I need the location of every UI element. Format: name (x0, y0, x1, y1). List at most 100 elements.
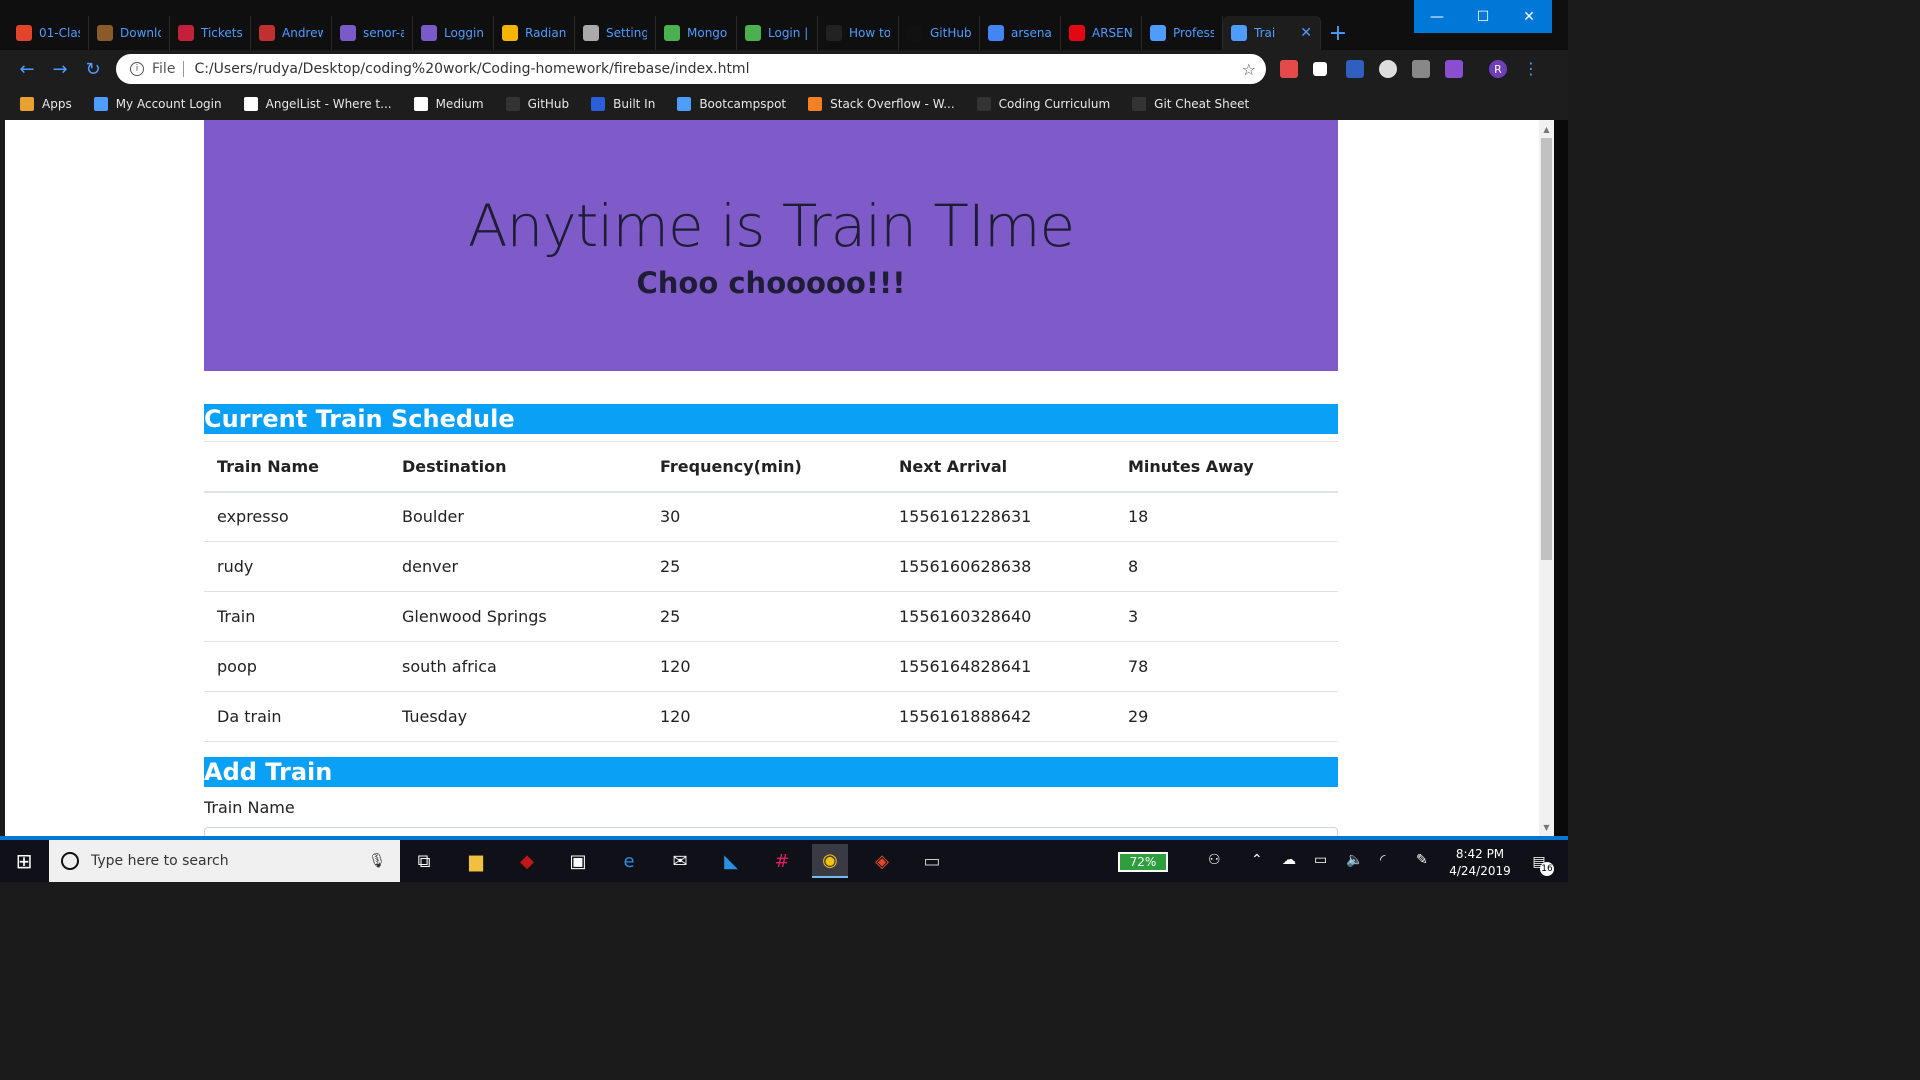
column-header: Train Name (204, 441, 389, 493)
browser-tab[interactable]: arsenal (980, 16, 1061, 50)
browser-tab[interactable]: Downlo (89, 16, 170, 50)
hyper-icon (421, 25, 437, 41)
bookmark-item[interactable]: Bootcampspot (677, 97, 786, 111)
bookmark-item[interactable]: AngelList - Where t... (243, 97, 392, 111)
browser-tab[interactable]: Tickets (170, 16, 251, 50)
page-scrollbar[interactable]: ▲ ▼ (1539, 120, 1554, 836)
maximize-button[interactable]: ☐ (1460, 0, 1506, 33)
extension-icon[interactable] (1379, 60, 1397, 78)
extension-icon[interactable] (1280, 60, 1298, 78)
back-arrow-icon[interactable]: ← (14, 56, 40, 82)
browser-tab[interactable]: How to (818, 16, 899, 50)
htg-icon (826, 25, 842, 41)
browser-tab[interactable]: ARSENA (1061, 16, 1142, 50)
notifications-icon[interactable]: ▤ 16 (1526, 850, 1554, 876)
page-icon (1231, 25, 1247, 41)
tab-active[interactable]: Trai ✕ (1223, 16, 1321, 50)
browser-tab[interactable]: Profess (1142, 16, 1223, 50)
bookmark-label: Apps (42, 97, 72, 111)
mcafee-icon[interactable]: ◆ (509, 844, 545, 878)
extension-icon[interactable] (1313, 62, 1327, 76)
microphone-icon[interactable]: 🎙 (368, 853, 386, 869)
address-bar[interactable]: i File C:/Users/rudya/Desktop/coding%20w… (116, 54, 1266, 84)
table-cell: 8 (1115, 541, 1338, 592)
power-icon[interactable]: ▭ (1314, 852, 1327, 868)
people-icon[interactable]: ⚇ (1208, 852, 1221, 868)
tab-label: Setting (606, 26, 647, 40)
address-url[interactable]: C:/Users/rudya/Desktop/coding%20work/Cod… (194, 61, 1241, 77)
page-viewport: Anytime is Train TIme Choo chooooo!!! Cu… (5, 120, 1539, 836)
slack-icon[interactable]: # (764, 844, 800, 878)
tab-label: Downlo (120, 26, 161, 40)
browser-menu-icon[interactable]: ⋮ (1522, 60, 1540, 78)
bookmark-item[interactable]: Built In (591, 97, 655, 111)
page-title: Anytime is Train TIme (467, 192, 1075, 260)
taskbar-clock[interactable]: 8:42 PM 4/24/2019 (1440, 846, 1520, 880)
volume-icon[interactable]: 🔈 (1346, 852, 1363, 868)
browser-tab[interactable]: Setting (575, 16, 656, 50)
notification-badge: 16 (1540, 862, 1554, 876)
scrollbar-thumb[interactable] (1541, 138, 1552, 560)
bookmark-item[interactable]: My Account Login (93, 97, 222, 111)
table-cell: 25 (647, 591, 886, 642)
taskbar-search-box[interactable]: Type here to search 🎙 (49, 840, 400, 882)
train-name-input[interactable] (204, 827, 1338, 836)
minimize-button[interactable]: — (1414, 0, 1460, 33)
battery-indicator[interactable]: 72% (1118, 852, 1168, 872)
reload-icon[interactable]: ↻ (80, 56, 106, 82)
table-cell: 1556161888642 (886, 691, 1115, 742)
bookmark-star-icon[interactable]: ☆ (1242, 60, 1256, 79)
browser-tab[interactable]: Loggin (413, 16, 494, 50)
gitlab-icon (16, 25, 32, 41)
extension-icon[interactable] (1412, 60, 1430, 78)
browser-tab[interactable]: 01-Clas (8, 16, 89, 50)
mail-icon[interactable]: ✉ (662, 844, 698, 878)
jumbotron: Anytime is Train TIme Choo chooooo!!! (204, 120, 1338, 371)
vscode-icon[interactable]: ◣ (713, 844, 749, 878)
table-cell: 30 (647, 491, 886, 542)
pen-icon[interactable]: ✎ (1416, 852, 1428, 868)
new-tab-button[interactable]: + (1321, 16, 1355, 50)
browser-tab[interactable]: Mongo (656, 16, 737, 50)
tab-strip: 01-Clas Downlo Tickets Andrew senor-a Loggin R… (8, 16, 1355, 50)
edge-icon[interactable]: e (611, 844, 647, 878)
bookmark-item[interactable]: Coding Curriculum (976, 97, 1110, 111)
browser-tab[interactable]: senor-a (332, 16, 413, 50)
bookmark-item[interactable]: Apps (20, 97, 72, 111)
bookmark-item[interactable]: Medium (413, 97, 484, 111)
tab-label: Trai (1254, 26, 1276, 40)
bookmark-item[interactable]: Git Cheat Sheet (1132, 97, 1249, 111)
store-icon[interactable]: ▣ (560, 844, 596, 878)
chrome-icon[interactable]: ◉ (812, 844, 848, 878)
scroll-down-icon[interactable]: ▼ (1539, 820, 1554, 834)
file-explorer-icon[interactable]: ▆ (458, 844, 494, 878)
terminal-icon[interactable]: ▭ (914, 844, 950, 878)
extension-icon[interactable] (1346, 60, 1364, 78)
bookmark-item[interactable]: GitHub (505, 97, 569, 111)
profile-avatar[interactable]: R (1489, 60, 1507, 78)
browser-tab[interactable]: Andrew (251, 16, 332, 50)
task-view-icon[interactable]: ⧉ (406, 844, 442, 878)
table-cell: expresso (204, 491, 389, 542)
bookmarks-bar: Apps My Account Login AngelList - Where t.… (0, 88, 1568, 120)
browser-tab[interactable]: Radian (494, 16, 575, 50)
bookmark-item[interactable]: Stack Overflow - W... (808, 97, 955, 111)
browser-tab[interactable]: GitHub (899, 16, 980, 50)
wifi-icon[interactable]: ◜ (1380, 852, 1385, 868)
scroll-up-icon[interactable]: ▲ (1539, 122, 1554, 136)
forward-arrow-icon[interactable]: → (47, 56, 73, 82)
table-cell: poop (204, 641, 389, 692)
git-icon[interactable]: ◈ (864, 844, 900, 878)
close-tab-icon[interactable]: ✕ (1300, 25, 1312, 41)
window-controls: — ☐ ✕ (1414, 0, 1552, 33)
chevron-up-icon[interactable]: ⌃ (1251, 852, 1263, 868)
table-cell: Boulder (389, 491, 647, 542)
windows-start-icon[interactable]: ⊞ (0, 840, 48, 882)
table-row: rudy denver 25 1556160628638 8 (204, 541, 1338, 592)
browser-tab[interactable]: Login | (737, 16, 818, 50)
site-info-icon[interactable]: i (130, 62, 144, 76)
close-window-button[interactable]: ✕ (1506, 0, 1552, 33)
onedrive-icon[interactable]: ☁ (1282, 852, 1296, 868)
extension-icon[interactable] (1445, 60, 1463, 78)
table-cell: 29 (1115, 691, 1338, 742)
